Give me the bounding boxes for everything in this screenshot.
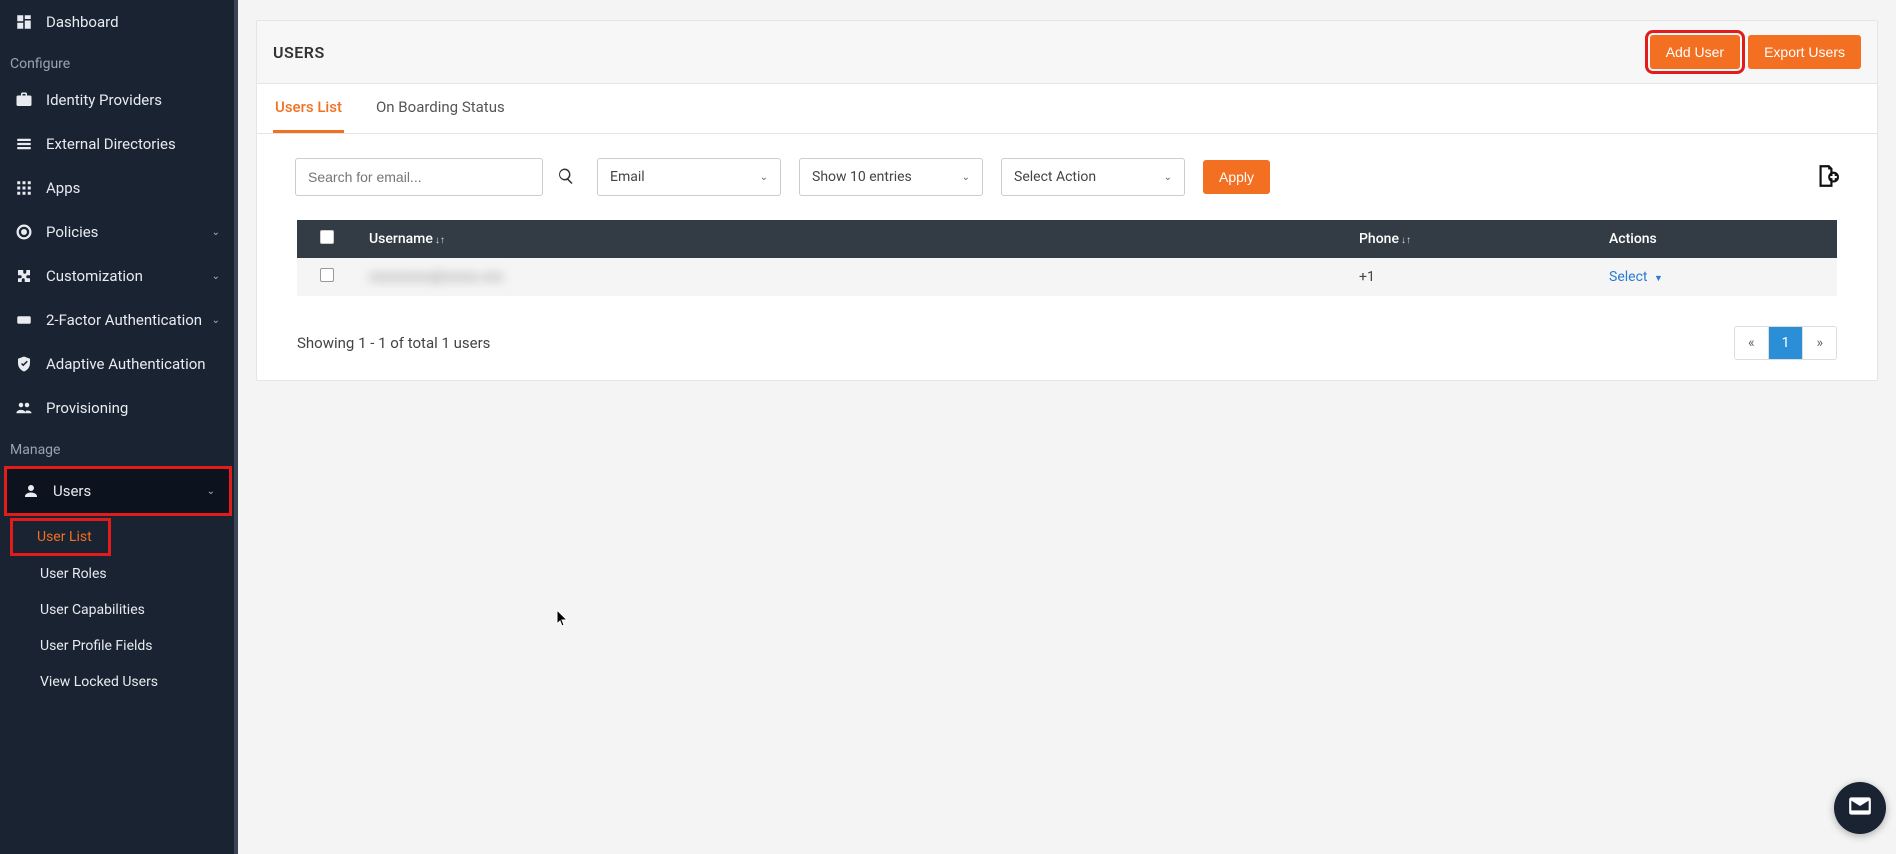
select-value: Show 10 entries <box>812 169 912 185</box>
chevron-down-icon: ⌄ <box>212 271 220 282</box>
sort-icon: ↓↑ <box>1401 235 1411 246</box>
apply-button[interactable]: Apply <box>1203 160 1270 194</box>
tab-onboarding-status[interactable]: On Boarding Status <box>374 84 507 133</box>
briefcase-icon <box>14 90 34 110</box>
header-checkbox-cell <box>297 220 357 258</box>
caret-down-icon: ▼ <box>1654 274 1663 284</box>
sidebar-item-adaptive-auth[interactable]: Adaptive Authentication <box>0 342 234 386</box>
envelope-icon <box>1847 793 1873 823</box>
page-title: USERS <box>273 43 325 62</box>
header-label: Username <box>369 231 433 247</box>
pagination-page-1[interactable]: 1 <box>1769 327 1804 359</box>
sidebar-item-label: Users <box>53 482 91 500</box>
search-button[interactable] <box>553 163 579 192</box>
tab-users-list[interactable]: Users List <box>273 84 344 133</box>
target-icon <box>14 222 34 242</box>
list-icon <box>14 134 34 154</box>
select-value: Select Action <box>1014 169 1096 185</box>
cell-username: xxxxxxxxx@xxxxx.xxx <box>369 269 503 285</box>
users-table: Username↓↑ Phone↓↑ Actions <box>297 220 1837 296</box>
email-filter-select[interactable]: Email ⌄ <box>597 158 781 196</box>
header-username[interactable]: Username↓↑ <box>357 220 1347 258</box>
sidebar-item-label: Customization <box>46 267 143 285</box>
row-action-label: Select <box>1609 269 1647 285</box>
cell-phone: +1 <box>1359 269 1375 285</box>
add-user-button[interactable]: Add User <box>1650 35 1740 69</box>
select-all-checkbox[interactable] <box>320 230 334 244</box>
results-summary: Showing 1 - 1 of total 1 users <box>297 334 490 352</box>
bulk-action-select[interactable]: Select Action ⌄ <box>1001 158 1185 196</box>
sidebar-item-external-directories[interactable]: External Directories <box>0 122 234 166</box>
sidebar-item-customization[interactable]: Customization ⌄ <box>0 254 234 298</box>
dashboard-icon <box>14 12 34 32</box>
sidebar-item-identity-providers[interactable]: Identity Providers <box>0 78 234 122</box>
sidebar-item-label: External Directories <box>46 135 176 153</box>
highlight-users: Users ⌄ <box>4 466 232 516</box>
pagination-prev[interactable]: « <box>1735 327 1769 359</box>
add-column-button[interactable] <box>1813 163 1839 192</box>
sidebar-section-manage: Manage <box>0 430 234 464</box>
sidebar-section-configure: Configure <box>0 44 234 78</box>
chat-fab[interactable] <box>1834 782 1886 834</box>
sidebar-item-policies[interactable]: Policies ⌄ <box>0 210 234 254</box>
sidebar-item-2fa[interactable]: 2-Factor Authentication ⌄ <box>0 298 234 342</box>
user-icon <box>21 481 41 501</box>
cursor-pointer <box>556 610 570 632</box>
select-value: Email <box>610 169 645 185</box>
sidebar-subitem-user-roles[interactable]: User Roles <box>0 556 234 592</box>
controls-row: Email ⌄ Show 10 entries ⌄ Select Action … <box>257 134 1877 220</box>
export-users-button[interactable]: Export Users <box>1748 35 1861 69</box>
chevron-down-icon: ⌄ <box>207 486 215 497</box>
table-header-row: Username↓↑ Phone↓↑ Actions <box>297 220 1837 258</box>
users-card: USERS Add User Export Users Users List O… <box>256 20 1878 381</box>
sidebar-item-label: Adaptive Authentication <box>46 355 206 373</box>
chevron-down-icon: ⌄ <box>962 172 970 183</box>
sort-icon: ↓↑ <box>435 235 445 246</box>
chevron-down-icon: ⌄ <box>212 315 220 326</box>
sidebar-item-label: Provisioning <box>46 399 128 417</box>
table-row: xxxxxxxxx@xxxxx.xxx +1 Select ▼ <box>297 258 1837 296</box>
sidebar-item-label: Identity Providers <box>46 91 162 109</box>
search-icon <box>557 173 575 188</box>
highlight-user-list: User List <box>10 518 111 556</box>
search-input[interactable] <box>295 158 543 196</box>
chevron-down-icon: ⌄ <box>760 172 768 183</box>
badge-icon <box>14 310 34 330</box>
users-table-wrap: Username↓↑ Phone↓↑ Actions <box>257 220 1877 316</box>
main-content: USERS Add User Export Users Users List O… <box>238 0 1896 854</box>
sidebar-item-label: 2-Factor Authentication <box>46 311 202 329</box>
puzzle-icon <box>14 266 34 286</box>
shield-check-icon <box>14 354 34 374</box>
header-label: Phone <box>1359 231 1399 247</box>
tabs: Users List On Boarding Status <box>257 84 1877 134</box>
sidebar-subitem-user-list[interactable]: User List <box>13 521 108 553</box>
sidebar-subitem-view-locked-users[interactable]: View Locked Users <box>0 664 234 700</box>
row-checkbox[interactable] <box>320 268 334 282</box>
header-label: Actions <box>1609 231 1657 247</box>
users-sync-icon <box>14 398 34 418</box>
table-footer: Showing 1 - 1 of total 1 users « 1 » <box>257 316 1877 380</box>
sidebar: Dashboard Configure Identity Providers E… <box>0 0 238 854</box>
sidebar-item-label: Apps <box>46 179 80 197</box>
sidebar-subitem-user-capabilities[interactable]: User Capabilities <box>0 592 234 628</box>
header-phone[interactable]: Phone↓↑ <box>1347 220 1597 258</box>
chevron-down-icon: ⌄ <box>1164 172 1172 183</box>
pagination: « 1 » <box>1734 326 1837 360</box>
sidebar-item-dashboard[interactable]: Dashboard <box>0 0 234 44</box>
entries-select[interactable]: Show 10 entries ⌄ <box>799 158 983 196</box>
grid-icon <box>14 178 34 198</box>
sidebar-item-users[interactable]: Users ⌄ <box>7 469 229 513</box>
sidebar-item-apps[interactable]: Apps <box>0 166 234 210</box>
chevron-down-icon: ⌄ <box>212 227 220 238</box>
sidebar-subitem-user-profile-fields[interactable]: User Profile Fields <box>0 628 234 664</box>
add-file-icon <box>1813 177 1839 192</box>
pagination-next[interactable]: » <box>1803 327 1836 359</box>
card-header: USERS Add User Export Users <box>257 21 1877 84</box>
sidebar-item-label: Dashboard <box>46 13 119 31</box>
header-actions: Actions <box>1597 220 1837 258</box>
sidebar-item-label: Policies <box>46 223 98 241</box>
row-action-select[interactable]: Select ▼ <box>1609 269 1663 285</box>
sidebar-item-provisioning[interactable]: Provisioning <box>0 386 234 430</box>
